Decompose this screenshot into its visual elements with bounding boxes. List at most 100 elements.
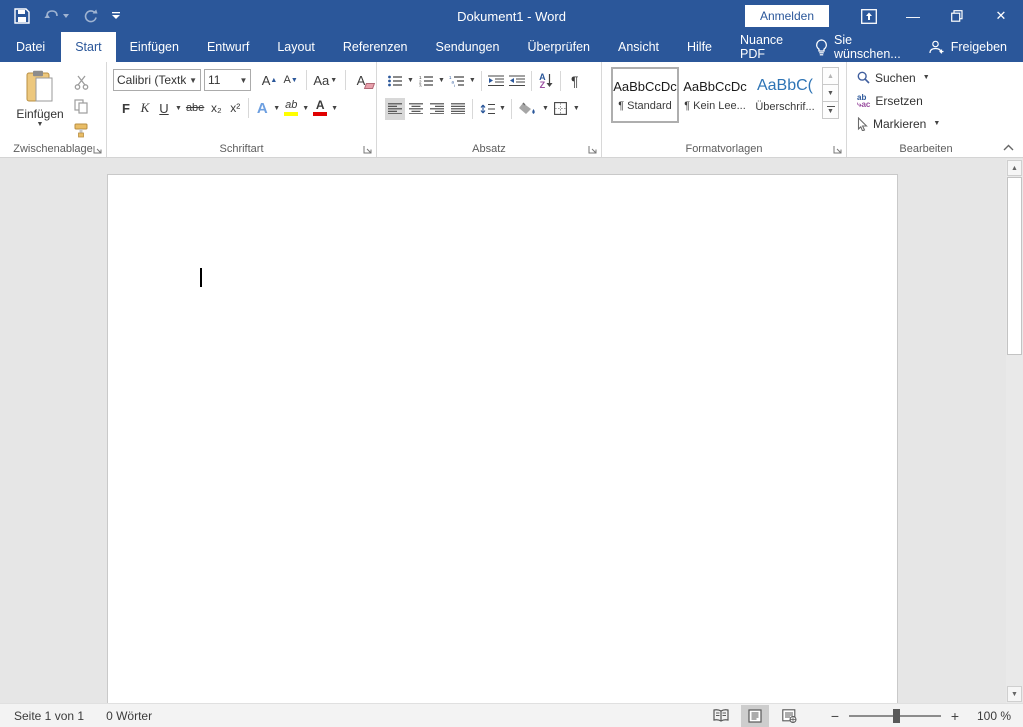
style-gallery-more-icon[interactable]: ▼ xyxy=(822,101,839,119)
multilevel-dropdown-icon[interactable]: ▼ xyxy=(468,77,477,84)
borders-icon[interactable] xyxy=(551,98,571,120)
chevron-down-icon[interactable]: ▼ xyxy=(186,76,200,85)
tab-ueberpruefen[interactable]: Überprüfen xyxy=(513,32,604,62)
font-dialog-launcher-icon[interactable] xyxy=(361,143,373,155)
font-color-dropdown-icon[interactable]: ▼ xyxy=(330,105,339,112)
word-count[interactable]: 0 Wörter xyxy=(106,709,152,723)
replace-button[interactable]: ab⤷ac Ersetzen xyxy=(857,89,1003,112)
numbering-icon[interactable]: 123 xyxy=(416,70,436,92)
font-name-combobox[interactable]: Calibri (Textk ▼ xyxy=(113,69,201,91)
style-normal[interactable]: AaBbCcDc ¶ Standard xyxy=(612,68,678,122)
subscript-button[interactable]: x₂ xyxy=(207,97,225,119)
style-scroll-down-icon[interactable]: ▼ xyxy=(822,84,839,102)
increase-indent-icon[interactable] xyxy=(507,70,527,92)
tab-nuance-pdf[interactable]: Nuance PDF xyxy=(726,32,803,62)
shading-icon[interactable] xyxy=(516,98,540,120)
tab-ansicht[interactable]: Ansicht xyxy=(604,32,673,62)
superscript-button[interactable]: x² xyxy=(226,97,244,119)
bold-button[interactable]: F xyxy=(117,97,135,119)
paste-button[interactable]: Einfügen ▼ xyxy=(14,66,66,139)
font-size-combobox[interactable]: 11 ▼ xyxy=(204,69,251,91)
align-right-icon[interactable] xyxy=(427,98,447,120)
shading-dropdown-icon[interactable]: ▼ xyxy=(541,105,550,112)
text-effects-button[interactable]: A xyxy=(253,97,271,119)
close-button[interactable]: ✕ xyxy=(979,0,1023,32)
print-layout-icon[interactable] xyxy=(741,705,769,727)
scroll-down-icon[interactable]: ▼ xyxy=(1007,686,1022,702)
clear-formatting-button[interactable]: A xyxy=(352,69,370,91)
numbering-dropdown-icon[interactable]: ▼ xyxy=(437,77,446,84)
line-spacing-dropdown-icon[interactable]: ▼ xyxy=(498,105,507,112)
sort-button[interactable]: A Z xyxy=(536,70,556,92)
zoom-in-button[interactable]: + xyxy=(945,708,965,724)
page-indicator[interactable]: Seite 1 von 1 xyxy=(14,709,84,723)
paragraph-dialog-launcher-icon[interactable] xyxy=(586,143,598,155)
text-effects-dropdown-icon[interactable]: ▼ xyxy=(272,105,281,112)
share-button[interactable]: Freigeben xyxy=(913,40,1023,55)
align-center-icon[interactable] xyxy=(406,98,426,120)
copy-icon[interactable] xyxy=(70,98,92,116)
justify-icon[interactable] xyxy=(448,98,468,120)
tab-start[interactable]: Start xyxy=(61,32,115,62)
search-icon xyxy=(857,71,870,84)
grow-font-button[interactable]: A▲ xyxy=(260,69,278,91)
borders-dropdown-icon[interactable]: ▼ xyxy=(572,105,581,112)
underline-dropdown-icon[interactable]: ▼ xyxy=(174,105,183,112)
highlight-button[interactable]: ab xyxy=(282,97,300,119)
tab-einfuegen[interactable]: Einfügen xyxy=(116,32,193,62)
underline-button[interactable]: U xyxy=(155,97,173,119)
collapse-ribbon-icon[interactable] xyxy=(999,140,1017,154)
find-button[interactable]: Suchen ▼ xyxy=(857,66,1003,89)
multilevel-list-icon[interactable]: 1ai xyxy=(447,70,467,92)
zoom-percentage[interactable]: 100 % xyxy=(965,709,1011,723)
change-case-button[interactable]: Aa▼ xyxy=(313,69,340,91)
decrease-indent-icon[interactable] xyxy=(486,70,506,92)
customize-qat-icon[interactable] xyxy=(112,12,120,20)
clipboard-dialog-launcher-icon[interactable] xyxy=(91,143,103,155)
read-mode-icon[interactable] xyxy=(707,705,735,727)
tell-me-box[interactable]: Sie wünschen... xyxy=(803,33,913,61)
bullets-icon[interactable] xyxy=(385,70,405,92)
strikethrough-button[interactable]: abe xyxy=(184,97,206,119)
scroll-up-icon[interactable]: ▲ xyxy=(1007,160,1022,176)
redo-icon[interactable] xyxy=(83,9,98,24)
tab-referenzen[interactable]: Referenzen xyxy=(329,32,422,62)
scrollbar-thumb[interactable] xyxy=(1007,177,1022,355)
shrink-font-button[interactable]: A▼ xyxy=(282,69,300,91)
style-no-spacing[interactable]: AaBbCcDc ¶ Kein Lee... xyxy=(682,68,748,122)
document-area[interactable] xyxy=(0,159,1006,703)
chevron-down-icon[interactable]: ▼ xyxy=(237,76,251,85)
tab-layout[interactable]: Layout xyxy=(263,32,329,62)
editing-group-label: Bearbeiten xyxy=(847,143,1005,155)
style-heading1[interactable]: AaBbC( Überschrif... xyxy=(752,68,818,122)
ribbon-display-options-icon[interactable] xyxy=(847,0,891,32)
line-spacing-icon[interactable] xyxy=(477,98,497,120)
web-layout-icon[interactable] xyxy=(775,705,803,727)
align-left-icon[interactable] xyxy=(385,98,405,120)
cut-icon[interactable] xyxy=(70,74,92,92)
select-button[interactable]: Markieren ▼ xyxy=(857,112,1003,135)
zoom-slider-thumb[interactable] xyxy=(893,709,900,723)
zoom-out-button[interactable]: − xyxy=(825,708,845,724)
minimize-button[interactable]: — xyxy=(891,0,935,32)
bullets-dropdown-icon[interactable]: ▼ xyxy=(406,77,415,84)
tab-sendungen[interactable]: Sendungen xyxy=(422,32,514,62)
tab-entwurf[interactable]: Entwurf xyxy=(193,32,263,62)
restore-button[interactable] xyxy=(935,0,979,32)
zoom-slider-track[interactable] xyxy=(849,715,941,717)
sign-in-button[interactable]: Anmelden xyxy=(745,5,829,27)
format-painter-icon[interactable] xyxy=(70,121,92,139)
group-editing: Suchen ▼ ab⤷ac Ersetzen Markieren ▼ Bear… xyxy=(847,62,1005,157)
italic-button[interactable]: K xyxy=(136,97,154,119)
undo-icon[interactable] xyxy=(44,9,69,23)
tab-datei[interactable]: Datei xyxy=(0,32,61,62)
show-formatting-marks-button[interactable]: ¶ xyxy=(565,70,585,92)
style-scroll-up-icon[interactable]: ▲ xyxy=(822,67,839,85)
document-page[interactable] xyxy=(107,174,898,703)
styles-dialog-launcher-icon[interactable] xyxy=(831,143,843,155)
vertical-scrollbar[interactable]: ▲ ▼ xyxy=(1006,159,1023,703)
font-color-button[interactable]: A xyxy=(311,97,329,119)
tab-hilfe[interactable]: Hilfe xyxy=(673,32,726,62)
save-icon[interactable] xyxy=(14,8,30,24)
highlight-dropdown-icon[interactable]: ▼ xyxy=(301,105,310,112)
